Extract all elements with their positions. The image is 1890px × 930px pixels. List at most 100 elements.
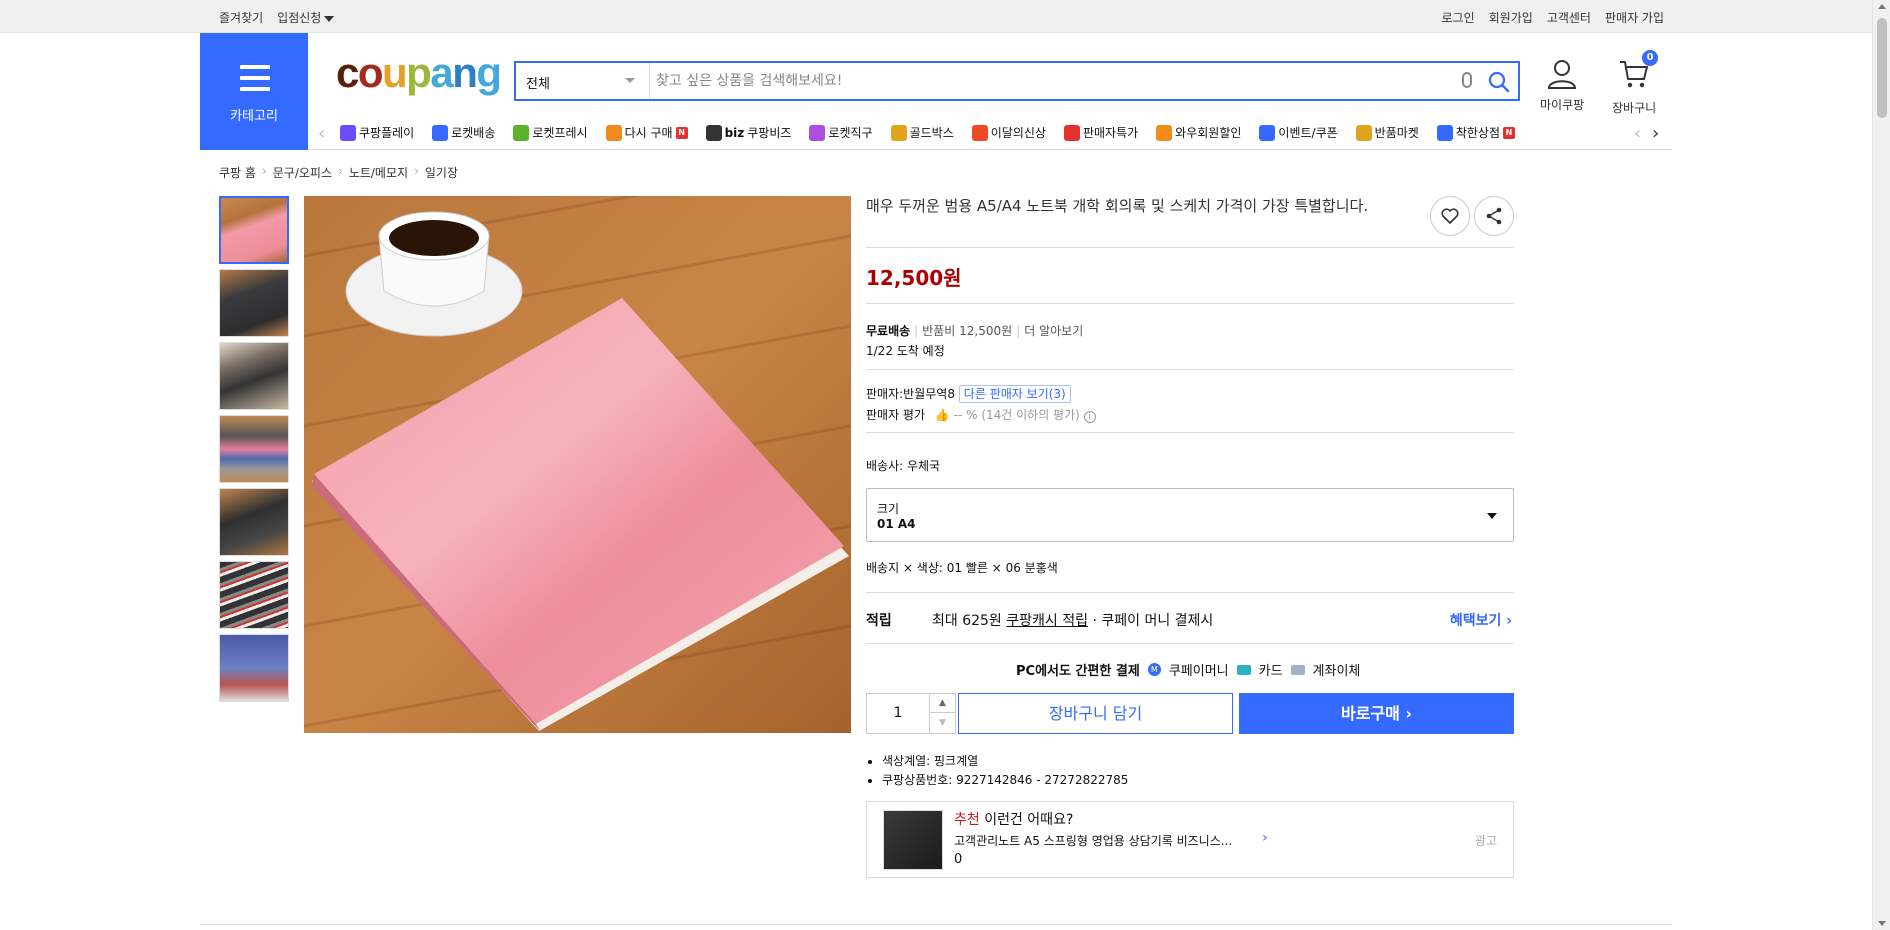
quantity-up-button[interactable]: ▲ [929, 694, 955, 713]
product-main-image[interactable] [304, 196, 851, 733]
chevron-right-icon: › [338, 164, 343, 178]
store-icon [1436, 124, 1453, 141]
product-thumbnail[interactable] [219, 269, 289, 337]
recommendation-card[interactable]: 추천 이런건 어때요? 고객관리노트 A5 스프링형 영업용 상담기록 비즈니스… [866, 801, 1514, 878]
share-icon [1486, 207, 1502, 225]
nav-item[interactable]: 다시 구매 N [605, 124, 688, 141]
notebook-photo [304, 196, 851, 733]
search-icon[interactable] [1488, 71, 1510, 93]
signup-link[interactable]: 회원가입 [1489, 9, 1533, 26]
page-scrollbar[interactable] [1872, 0, 1890, 930]
nav-item[interactable]: 판매자특가 [1063, 124, 1138, 141]
nav-item[interactable]: 이벤트/쿠폰 [1259, 124, 1338, 141]
percent-icon [1063, 124, 1080, 141]
nav-item[interactable]: 쿠팡플레이 [340, 124, 414, 141]
reward-row: 적립 최대 625원 쿠팡캐시 적립 · 쿠페이 머니 결제시 혜택보기 › [866, 610, 1514, 630]
nav-item[interactable]: biz 쿠팡비즈 [705, 124, 791, 141]
seller-rating-value: -- % (14건 이하의 평가) [953, 408, 1080, 422]
quantity-input[interactable]: 1 [867, 705, 929, 721]
nav-prev-icon[interactable]: ‹ [1634, 123, 1641, 144]
category-menu-button[interactable]: 카테고리 [200, 33, 308, 150]
cart-button[interactable]: 0 장바구니 [1612, 50, 1659, 116]
learn-more-link[interactable]: 더 알아보기 [1024, 324, 1083, 338]
payment-methods: PC에서도 간편한 결제 M 쿠페이머니 카드 계좌이체 [1016, 660, 1360, 679]
mic-icon[interactable] [1462, 72, 1472, 88]
divider [866, 432, 1514, 433]
nav-item[interactable]: 와우회원할인 [1156, 124, 1241, 141]
divider [866, 592, 1514, 593]
recommended-product-image[interactable] [883, 810, 943, 870]
login-link[interactable]: 로그인 [1442, 9, 1475, 26]
recommended-product-name[interactable]: 고객관리노트 A5 스프링형 영업용 상담기록 비즈니스... [954, 832, 1232, 849]
divider [866, 247, 1514, 248]
reward-max: 최대 625원 [932, 613, 1002, 629]
other-sellers-button[interactable]: 다른 판매자 보기(3) [958, 385, 1071, 403]
product-thumbnail[interactable] [219, 488, 289, 556]
product-info-panel: 매우 두꺼운 범용 A5/A4 노트북 개학 회의록 및 스케치 가격이 가장 … [866, 196, 1514, 878]
coupang-cash-link[interactable]: 쿠팡캐시 적립 [1006, 613, 1088, 629]
breadcrumb-item[interactable]: 노트/메모지 [349, 164, 408, 181]
nav-item[interactable]: 로켓배송 [432, 124, 495, 141]
product-thumbnail[interactable] [219, 561, 289, 629]
option-value: 01 A4 [877, 517, 916, 531]
scroll-down-icon[interactable] [1878, 921, 1886, 926]
quantity-down-button[interactable]: ▼ [929, 714, 955, 733]
chevron-right-icon: › [261, 164, 267, 178]
search-category-select[interactable]: 전체 [516, 63, 650, 99]
nav-item[interactable]: 골드박스 [890, 124, 954, 141]
breadcrumb-item[interactable]: 일기장 [425, 164, 458, 181]
mycoupang-button[interactable]: 마이쿠팡 [1540, 58, 1584, 113]
buy-now-button[interactable]: 바로구매 › [1239, 693, 1514, 734]
share-button[interactable] [1474, 196, 1514, 236]
info-icon[interactable]: i [1083, 411, 1096, 423]
card-icon [1236, 664, 1251, 675]
partner-apply-link[interactable]: 입점신청 [277, 9, 335, 26]
shipping-info: 무료배송 | 반품비 12,500원 | 더 알아보기 [866, 324, 1084, 338]
seller-signup-link[interactable]: 판매자 가입 [1605, 9, 1664, 26]
detail-item: 쿠팡상품번호: 9227142846 - 27272822785 [882, 771, 1128, 790]
nav-item-label: 로켓직구 [828, 126, 873, 140]
rocket-icon [432, 124, 449, 141]
user-icon [1548, 60, 1577, 89]
payment-title: PC에서도 간편한 결제 [1016, 664, 1140, 679]
nav-item[interactable]: 로켓직구 [809, 124, 873, 141]
nav-item-label: 이달의신상 [990, 126, 1046, 140]
nav-item-label: 반품마켓 [1374, 126, 1419, 140]
nav-item[interactable]: 착한상점 N [1436, 124, 1516, 141]
add-to-cart-button[interactable]: 장바구니 담기 [958, 693, 1233, 734]
heart-icon [1441, 208, 1459, 224]
new-icon [971, 124, 988, 141]
customer-center-link[interactable]: 고객센터 [1547, 9, 1591, 26]
product-thumbnail[interactable] [219, 196, 289, 264]
nav-item[interactable]: 이달의신상 [971, 124, 1046, 141]
chevron-down-icon [324, 15, 335, 22]
nav-item[interactable]: 반품마켓 [1355, 124, 1419, 141]
nav-next-icon[interactable]: › [1652, 123, 1659, 144]
breadcrumb-item[interactable]: 문구/오피스 [273, 164, 332, 181]
free-shipping-label: 무료배송 [866, 324, 911, 338]
wishlist-button[interactable] [1430, 196, 1470, 236]
bookmark-link[interactable]: 즐겨찾기 [219, 9, 263, 26]
product-thumbnail[interactable] [219, 342, 289, 410]
chevron-right-icon[interactable]: › [1262, 830, 1268, 846]
nav-item[interactable]: 로켓프레시 [513, 124, 588, 141]
play-icon [340, 124, 356, 141]
goldbox-icon [890, 124, 907, 141]
size-option-select[interactable]: 크기 01 A4 [866, 488, 1514, 542]
thumbs-up-icon: 👍 [934, 408, 950, 422]
ad-label: 광고 [1474, 834, 1497, 848]
product-thumbnail[interactable] [219, 415, 289, 483]
coupay-money-icon: M [1147, 663, 1161, 676]
view-benefits-link[interactable]: 혜택보기 › [1450, 610, 1512, 630]
chevron-down-icon [1487, 513, 1497, 519]
search-input[interactable] [656, 69, 1446, 93]
coupang-logo[interactable]: coupang [336, 52, 502, 94]
breadcrumb-item[interactable]: 쿠팡 홈 [219, 164, 256, 181]
product-thumbnail[interactable] [219, 634, 289, 702]
nav-prev-icon[interactable]: ‹ [318, 123, 325, 144]
seller-name[interactable]: 판매자:반월무역8 [866, 387, 955, 401]
scrollbar-thumb[interactable] [1877, 18, 1887, 118]
scroll-up-icon[interactable] [1878, 4, 1886, 9]
return-market-icon [1355, 124, 1372, 141]
nav-item-label: 이벤트/쿠폰 [1278, 126, 1338, 140]
